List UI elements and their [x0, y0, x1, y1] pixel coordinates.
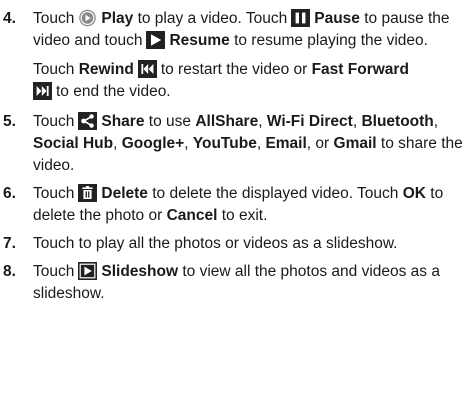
- text: Touch: [33, 185, 75, 202]
- text: or: [315, 135, 330, 152]
- resume-label: Resume: [169, 32, 230, 49]
- item-number: 7.: [3, 235, 16, 252]
- list-item-4: 4. Touch Play to play a video. Touch Pause…: [0, 8, 472, 103]
- play-label: Play: [101, 10, 134, 27]
- list-item-5: 5. Touch Share to use AllShare, Wi-Fi Dir…: [3, 112, 463, 174]
- text: to delete the displayed video. Touch: [152, 185, 399, 202]
- item-number: 5.: [3, 113, 16, 130]
- text: Touch: [33, 61, 75, 78]
- list-item-7: 7. Touch to play all the photos or video…: [0, 233, 472, 255]
- text: to restart the video or: [160, 61, 308, 78]
- text: Touch: [33, 263, 75, 280]
- text: to resume playing the video.: [234, 32, 428, 49]
- play-icon: [78, 9, 97, 27]
- email-label: Email: [265, 135, 307, 152]
- share-label: Share: [101, 113, 145, 130]
- item-number: 8.: [3, 263, 16, 280]
- rewind-label: Rewind: [78, 61, 134, 78]
- social-hub-label: Social Hub: [33, 135, 114, 152]
- slideshow-icon: [78, 262, 98, 280]
- item-number: 4.: [3, 10, 16, 27]
- fast-forward-label: Fast Forward: [311, 61, 409, 78]
- text: Touch to play all the photos or videos a…: [33, 235, 398, 252]
- allshare-label: AllShare: [195, 113, 259, 130]
- sub-paragraph: Touch Rewind to restart the video or Fast…: [33, 59, 466, 103]
- pause-label: Pause: [314, 10, 360, 27]
- text: to exit.: [221, 207, 268, 224]
- text: to play a video. Touch: [137, 10, 288, 27]
- list-item-8: 8. Touch Slideshow to view all the photos…: [0, 261, 472, 305]
- text: to use: [148, 113, 192, 130]
- fast-forward-icon: [33, 82, 52, 100]
- rewind-icon: [137, 60, 157, 78]
- slideshow-label: Slideshow: [101, 263, 179, 280]
- youtube-label: YouTube: [192, 135, 257, 152]
- gmail-label: Gmail: [333, 135, 377, 152]
- item-number: 6.: [3, 185, 16, 202]
- instruction-list: 4. Touch Play to play a video. Touch Pause…: [0, 0, 472, 398]
- share-icon: [78, 112, 98, 130]
- list-item-6: 6. Touch Delete to delete the displayed v…: [0, 183, 472, 227]
- wifi-direct-label: Wi-Fi Direct: [266, 113, 353, 130]
- delete-icon: [78, 184, 98, 202]
- bluetooth-label: Bluetooth: [361, 113, 434, 130]
- ok-label: OK: [402, 185, 426, 202]
- delete-label: Delete: [101, 185, 148, 202]
- text: to end the video.: [56, 83, 171, 100]
- cancel-label: Cancel: [166, 207, 218, 224]
- resume-icon: [146, 31, 166, 49]
- text: Touch: [33, 113, 75, 130]
- pause-icon: [291, 9, 311, 27]
- text: Touch: [33, 10, 75, 27]
- google-plus-label: Google+: [121, 135, 185, 152]
